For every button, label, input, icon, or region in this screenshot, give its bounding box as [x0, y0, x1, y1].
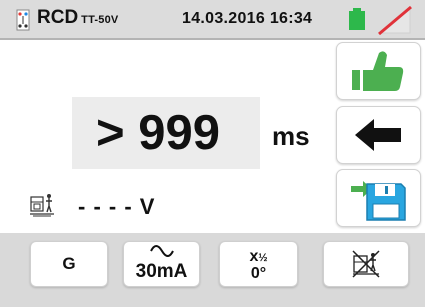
save-button[interactable]	[336, 169, 421, 227]
trip-time-value: > 999	[96, 106, 220, 160]
ok-button[interactable]	[336, 42, 421, 100]
screen-title-text: RCD	[37, 7, 79, 28]
trip-time-unit: ms	[272, 121, 310, 151]
rcd-test-screen: RCD TT-50V 14.03.2016 16:34 > 999 ms - - …	[0, 0, 425, 307]
test-factor-button[interactable]: x½ 0°	[219, 241, 298, 287]
screen-subtitle: TT-50V	[81, 14, 119, 26]
no-signal-icon	[378, 5, 412, 35]
arrow-left-icon	[355, 119, 401, 151]
save-to-memory-icon	[351, 181, 406, 221]
contact-voltage-disabled-button[interactable]	[323, 241, 409, 287]
battery-icon	[349, 8, 365, 30]
date-time: 14.03.2016 16:34	[182, 10, 313, 27]
rated-current-button[interactable]: 30mA	[123, 241, 200, 287]
screen-title: RCD TT-50V	[37, 7, 118, 29]
phase-angle-label: 0°	[250, 265, 267, 282]
contact-voltage-icon	[30, 194, 54, 217]
contact-voltage-unit: V	[139, 194, 156, 219]
test-factor-fraction: ½	[258, 252, 268, 264]
thumbs-up-icon	[352, 51, 404, 91]
status-bar: RCD TT-50V 14.03.2016 16:34	[0, 0, 425, 40]
back-button[interactable]	[336, 106, 421, 164]
contact-voltage-value: - - - -	[78, 194, 133, 219]
contact-voltage-readout: - - - - V	[78, 194, 155, 220]
rated-current-label: 30mA	[135, 261, 188, 282]
contact-voltage-off-icon	[352, 250, 380, 278]
ac-wave-icon	[150, 245, 174, 257]
g-button-label: G	[62, 254, 76, 273]
g-button[interactable]: G	[30, 241, 108, 287]
test-factor-label: x½	[220, 248, 297, 266]
rcd-icon	[16, 9, 30, 31]
